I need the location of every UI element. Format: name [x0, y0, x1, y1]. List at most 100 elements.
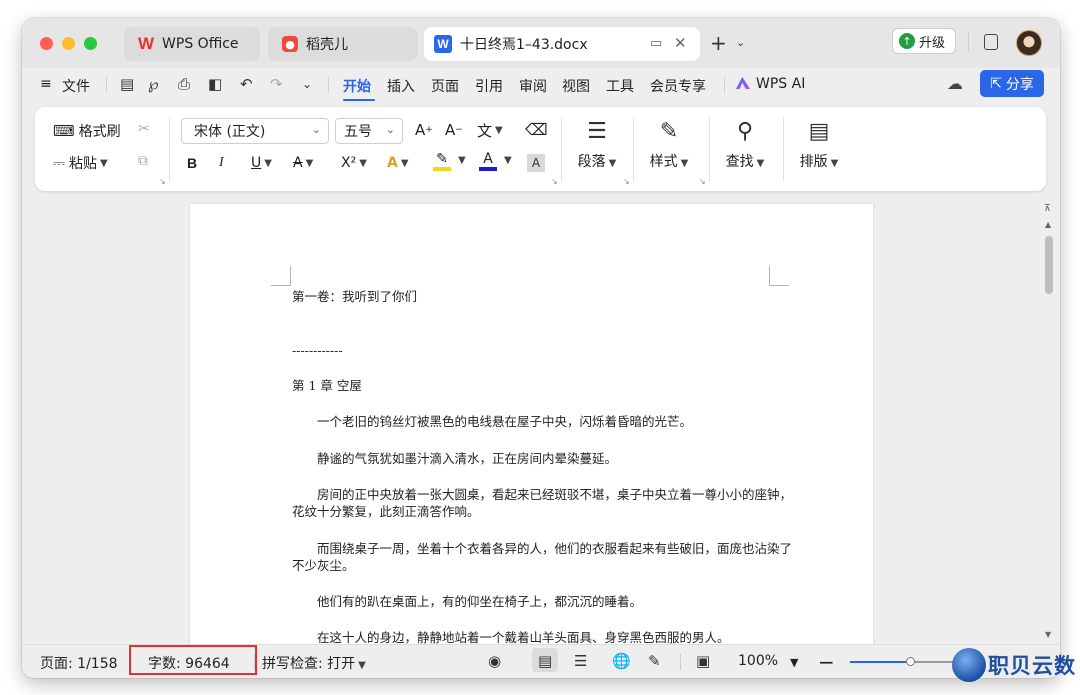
clear-format-icon[interactable]: ⌫	[525, 120, 548, 139]
text-effect-icon: A	[387, 155, 398, 171]
save-icon[interactable]: ▤	[120, 75, 134, 93]
new-tab-icon[interactable]: +	[710, 31, 727, 55]
phonetic-guide-icon[interactable]: 文 ▼	[477, 120, 503, 141]
monitor-icon[interactable]: ▭	[650, 36, 662, 51]
font-expand-icon[interactable]: ↘	[551, 177, 558, 186]
eye-icon[interactable]: ◉	[488, 652, 501, 670]
minimize-window-button[interactable]	[62, 37, 75, 50]
spellcheck-toggle[interactable]: 拼写检查: 打开 ▼	[262, 653, 366, 673]
clipboard-expand-icon[interactable]: ↘	[159, 177, 166, 186]
chevron-down-icon[interactable]: ▼	[501, 155, 512, 166]
styles-label: 样式	[649, 154, 678, 170]
shrink-font-icon[interactable]: A −	[445, 121, 463, 139]
doc-chapter-title: 第 1 章 空屋	[292, 378, 362, 393]
undo-icon[interactable]: ↶	[240, 75, 253, 93]
wps-ai-label: WPS AI	[756, 76, 806, 92]
window-mode-icon[interactable]	[984, 34, 998, 50]
divider	[254, 654, 255, 670]
cut-icon[interactable]: ✂	[138, 121, 150, 137]
page-view-icon[interactable]: ▤	[538, 652, 552, 670]
pen-icon[interactable]: ✎	[648, 652, 661, 670]
zoom-slider-knob[interactable]	[906, 657, 915, 666]
chevron-down-icon: ⌄	[311, 123, 321, 136]
strikethrough-button[interactable]: A ▼	[293, 155, 313, 171]
close-window-button[interactable]	[40, 37, 53, 50]
doc-paragraph: 他们有的趴在桌面上，有的仰坐在椅子上，都沉沉的睡着。	[317, 594, 643, 609]
chevron-down-icon: ▼	[99, 157, 108, 169]
close-tab-icon[interactable]: ✕	[674, 34, 687, 52]
styles-expand-icon[interactable]: ↘	[699, 177, 706, 186]
italic-button[interactable]: I	[219, 155, 224, 171]
highlight-button[interactable]: ✎	[433, 151, 451, 171]
tab-wps-office[interactable]: W WPS Office	[124, 27, 260, 61]
cloud-upload-icon[interactable]: ☁	[947, 74, 963, 93]
format-painter-button[interactable]: ⌨ 格式刷	[53, 121, 121, 141]
avatar[interactable]	[1016, 30, 1042, 56]
superscript-button[interactable]: X² ▼	[341, 155, 367, 171]
divider	[106, 77, 107, 93]
shading-glyph: A	[527, 154, 545, 172]
menu-tab-review[interactable]: 审阅	[519, 76, 547, 96]
zoom-slider-track[interactable]	[850, 661, 910, 663]
format-painter-label: 格式刷	[78, 124, 121, 140]
print-preview-icon[interactable]: ◧	[208, 75, 222, 93]
chevron-down-icon[interactable]: ⌄	[302, 77, 312, 91]
menu-file[interactable]: 文件	[62, 76, 90, 96]
word-count[interactable]: 字数: 96464	[148, 653, 230, 673]
menu-tab-home[interactable]: 开始	[343, 76, 371, 96]
tab-daoke[interactable]: ● 稻壳儿	[268, 27, 418, 61]
maximize-window-button[interactable]	[84, 37, 97, 50]
layout-label: 排版	[799, 154, 828, 170]
paragraph-expand-icon[interactable]: ↘	[623, 177, 630, 186]
font-size-select[interactable]: 五号 ⌄	[335, 118, 403, 144]
copy-icon[interactable]: ⧉	[138, 153, 148, 169]
vertical-scrollbar[interactable]	[1045, 236, 1053, 294]
bold-button[interactable]: B	[187, 155, 197, 171]
redo-icon[interactable]: ↷	[270, 75, 283, 93]
tab-document[interactable]: W 十日终焉1–43.docx ▭ ✕	[424, 27, 700, 61]
upgrade-button[interactable]: ↑ 升级	[892, 28, 956, 54]
styles-button[interactable]: ✎ 样式 ▼	[639, 119, 699, 171]
font-name-select[interactable]: 宋体 (正文) ⌄	[181, 118, 329, 144]
menu-tab-view[interactable]: 视图	[562, 76, 590, 96]
layout-button[interactable]: ▤ 排版 ▼	[789, 119, 849, 171]
menu-tab-page[interactable]: 页面	[431, 76, 459, 96]
chevron-down-icon[interactable]: ⌄	[736, 36, 745, 49]
document-page[interactable]: 第一卷：我听到了你们 ------------ 第 1 章 空屋 一个老旧的钨丝…	[190, 204, 873, 674]
menu-tab-references[interactable]: 引用	[475, 76, 503, 96]
outline-view-icon[interactable]: ☰	[574, 652, 587, 670]
menu-tab-tools[interactable]: 工具	[606, 76, 634, 96]
underline-button[interactable]: U ▼	[251, 155, 272, 171]
share-button[interactable]: ⇱ 分享	[980, 70, 1044, 97]
chevron-down-icon: ▼	[358, 660, 366, 671]
font-color-button[interactable]: A	[479, 151, 497, 171]
page-indicator[interactable]: 页面: 1/158	[40, 653, 118, 673]
text-effect-button[interactable]: A ▼	[387, 155, 409, 171]
export-pdf-icon[interactable]: ℘	[148, 75, 158, 93]
chevron-down-icon[interactable]: ▼	[455, 155, 466, 166]
fit-page-icon[interactable]: ▣	[696, 652, 710, 670]
paste-button[interactable]: ⎓ 粘贴 ▼	[53, 153, 108, 173]
find-button[interactable]: ⚲ 查找 ▼	[715, 119, 775, 171]
menu-tab-member[interactable]: 会员专享	[650, 76, 706, 96]
web-view-icon[interactable]: 🌐	[612, 652, 631, 670]
zoom-out-icon[interactable]: −	[818, 650, 835, 674]
paragraph-icon: ☰	[587, 119, 607, 144]
chevron-down-icon[interactable]: ▼	[790, 656, 798, 669]
spellcheck-label: 拼写检查: 打开	[262, 656, 356, 672]
paste-icon: ⎓	[53, 154, 65, 172]
paragraph-button[interactable]: ☰ 段落 ▼	[567, 119, 627, 171]
grow-font-icon[interactable]: A +	[415, 121, 433, 139]
scroll-to-top-icon[interactable]: ⊼	[1044, 204, 1051, 214]
char-shading-button[interactable]: A	[527, 154, 545, 172]
menu-tab-insert[interactable]: 插入	[387, 76, 415, 96]
print-icon[interactable]: ⎙	[178, 75, 190, 93]
menu-wps-ai[interactable]: WPS AI	[736, 76, 805, 92]
paste-label: 粘贴	[68, 156, 97, 172]
divider	[169, 117, 170, 181]
hamburger-icon[interactable]: ≡	[40, 76, 52, 92]
share-label: 分享	[1005, 76, 1034, 93]
scroll-down-arrow[interactable]: ▼	[1045, 630, 1051, 639]
zoom-level[interactable]: 100%	[738, 653, 778, 669]
scroll-up-arrow[interactable]: ▲	[1045, 220, 1051, 229]
